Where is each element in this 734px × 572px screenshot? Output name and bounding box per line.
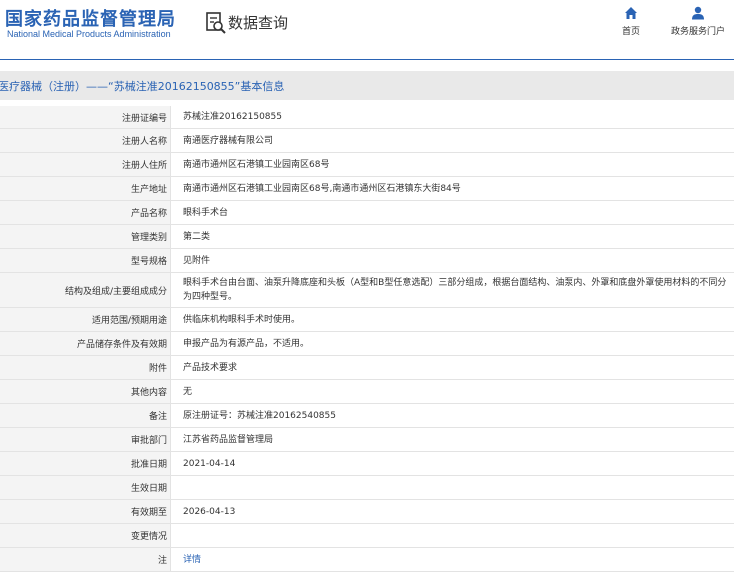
field-label: 注 [0,548,171,571]
data-query-label: 数据查询 [228,14,289,32]
field-value: 眼科手术台由台面、油泵升降底座和头板（A型和B型任意选配）三部分组成，根据台面结… [183,278,727,302]
nav-gov-portal[interactable]: 政务服务门户 [666,6,730,40]
field-label: 备注 [0,404,171,427]
field-value: 江苏省药品监督管理局 [183,434,274,445]
table-row: 型号规格 见附件 [0,249,734,273]
field-value: 见附件 [183,255,211,266]
field-value: 南通医疗器械有限公司 [183,135,274,146]
table-row: 其他内容 无 [0,380,734,404]
field-value: 2021-04-14 [183,458,236,469]
field-value: 原注册证号：苏械注准20162540855 [183,410,336,421]
field-label: 管理类别 [0,225,171,248]
table-row: 结构及组成/主要组成成分 眼科手术台由台面、油泵升降底座和头板（A型和B型任意选配… [0,273,734,308]
nav-home-label: 首页 [621,27,640,37]
table-row: 产品名称 眼科手术台 [0,201,734,225]
field-value: 供临床机构眼科手术时使用。 [183,314,301,325]
field-label: 产品储存条件及有效期 [0,332,171,355]
table-row: 注册人名称 南通医疗器械有限公司 [0,129,734,153]
table-row: 批准日期 2021-04-14 [0,452,734,476]
record-title: 医疗器械（注册）——“苏械注准20162150855”基本信息 [0,80,285,93]
table-row: 生产地址 南通市通州区石港镇工业园南区68号,南通市通州区石港镇东大街84号 [0,177,734,201]
table-row: 管理类别 第二类 [0,225,734,249]
field-value: 无 [183,386,193,397]
field-value: 产品技术要求 [183,362,238,373]
header-divider [0,59,734,60]
field-label: 审批部门 [0,428,171,451]
detail-link-text[interactable]: 详情 [183,553,201,567]
field-label: 注册证编号 [0,106,171,128]
field-label: 生效日期 [0,476,171,499]
field-label: 有效期至 [0,500,171,523]
field-label: 批准日期 [0,452,171,475]
field-label: 附件 [0,356,171,379]
field-label: 结构及组成/主要组成成分 [0,273,171,307]
record-title-bar: 医疗器械（注册）——“苏械注准20162150855”基本信息 [0,71,734,100]
table-row: 生效日期 [0,476,734,500]
detail-table: 注册证编号 苏械注准20162150855 注册人名称 南通医疗器械有限公司注册人住所… [0,106,734,572]
field-value: 眼科手术台 [183,207,229,218]
detail-link[interactable]: 详情 [171,548,734,571]
field-label: 其他内容 [0,380,171,403]
table-row: 备注 原注册证号：苏械注准20162540855 [0,404,734,428]
field-value: 南通市通州区石港镇工业园南区68号,南通市通州区石港镇东大街84号 [183,183,461,194]
table-row: 适用范围/预期用途 供临床机构眼科手术时使用。 [0,308,734,332]
field-value: 2026-04-13 [183,506,236,517]
field-value [171,524,734,547]
user-icon [692,6,704,20]
field-label: 注册人住所 [0,153,171,176]
field-label: 生产地址 [0,177,171,200]
table-row: 产品储存条件及有效期 申报产品为有源产品，不适用。 [0,332,734,356]
field-label: 型号规格 [0,249,171,272]
table-row: 注册人住所 南通市通州区石港镇工业园南区68号 [0,153,734,177]
field-value: 苏械注准20162150855 [183,112,282,122]
table-row: 注详情 [0,548,734,572]
site-logo-en[interactable]: National Medical Products Administration [7,29,171,39]
table-row: 变更情况 [0,524,734,548]
field-label: 适用范围/预期用途 [0,308,171,331]
home-icon [625,7,637,19]
data-query-icon [206,12,226,34]
field-value: 第二类 [183,231,211,242]
field-label: 变更情况 [0,524,171,547]
table-row: 注册证编号 苏械注准20162150855 [0,106,734,129]
table-row: 有效期至 2026-04-13 [0,500,734,524]
site-logo-cn[interactable]: 国家药品监督管理局 [5,5,176,31]
field-value: 南通市通州区石港镇工业园南区68号 [183,159,330,170]
field-label: 产品名称 [0,201,171,224]
site-header: 国家药品监督管理局 National Medical Products Admi… [0,0,734,58]
table-row: 审批部门 江苏省药品监督管理局 [0,428,734,452]
field-value [171,476,734,499]
table-row: 附件 产品技术要求 [0,356,734,380]
field-label: 注册人名称 [0,129,171,152]
nav-home[interactable]: 首页 [616,6,646,40]
field-value: 申报产品为有源产品，不适用。 [183,338,310,349]
nav-gov-label: 政务服务门户 [670,27,725,37]
